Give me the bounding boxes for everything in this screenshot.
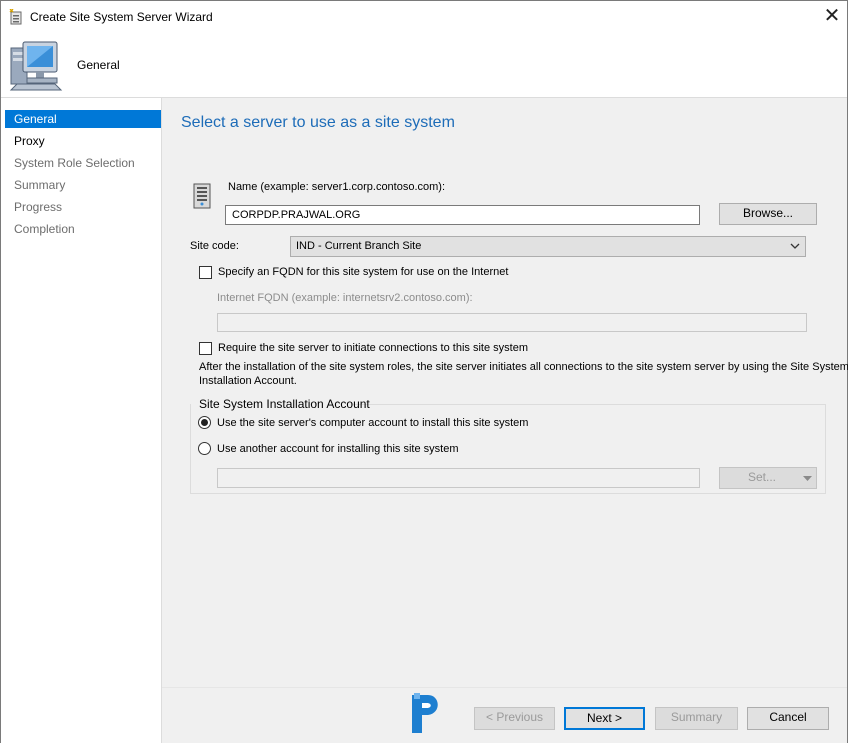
- server-icon: [193, 183, 211, 209]
- site-code-label: Site code:: [190, 240, 239, 252]
- title-bar: Create Site System Server Wizard ✕: [1, 1, 847, 32]
- fqdn-checkbox-label: Specify an FQDN for this site system for…: [218, 266, 509, 278]
- computer-account-radio[interactable]: [198, 416, 211, 429]
- sidebar-item-general[interactable]: General: [5, 110, 161, 128]
- info-text-line1: After the installation of the site syste…: [199, 361, 848, 373]
- group-divider: [353, 404, 826, 405]
- site-code-select[interactable]: IND - Current Branch Site: [290, 236, 806, 257]
- set-account-label: Set...: [748, 470, 777, 484]
- dropdown-arrow-icon: [803, 476, 812, 481]
- name-label: Name (example: server1.corp.contoso.com)…: [228, 181, 446, 193]
- wizard-app-icon: [9, 9, 22, 25]
- another-account-radio-label: Use another account for installing this …: [217, 443, 459, 455]
- close-icon[interactable]: ✕: [818, 3, 846, 29]
- require-connection-checkbox[interactable]: [199, 342, 212, 355]
- sidebar-item-proxy[interactable]: Proxy: [5, 132, 161, 150]
- computer-icon: [9, 41, 63, 91]
- sidebar-item-summary[interactable]: Summary: [5, 176, 161, 194]
- account-input[interactable]: [217, 468, 700, 488]
- summary-button[interactable]: Summary: [655, 707, 738, 730]
- set-account-button[interactable]: Set...: [719, 467, 817, 489]
- fqdn-checkbox[interactable]: [199, 266, 212, 279]
- next-button[interactable]: Next >: [564, 707, 645, 730]
- sidebar-item-progress[interactable]: Progress: [5, 198, 161, 216]
- internet-fqdn-label: Internet FQDN (example: internetsrv2.con…: [217, 292, 473, 304]
- another-account-radio[interactable]: [198, 442, 211, 455]
- cancel-button[interactable]: Cancel: [747, 707, 829, 730]
- sidebar-item-system-role-selection[interactable]: System Role Selection: [5, 154, 161, 172]
- require-connection-label: Require the site server to initiate conn…: [218, 342, 528, 354]
- sidebar-item-completion[interactable]: Completion: [5, 220, 161, 238]
- window-title: Create Site System Server Wizard: [30, 10, 213, 24]
- internet-fqdn-input[interactable]: [217, 313, 807, 332]
- prajwal-logo-icon: [412, 693, 438, 733]
- wizard-header: General: [1, 32, 847, 98]
- site-code-value: IND - Current Branch Site: [296, 240, 422, 252]
- info-text-line2: Installation Account.: [199, 375, 297, 387]
- browse-button[interactable]: Browse...: [719, 203, 817, 225]
- page-title: Select a server to use as a site system: [181, 114, 455, 131]
- server-name-input[interactable]: CORPDP.PRAJWAL.ORG: [225, 205, 700, 225]
- wizard-window: Create Site System Server Wizard ✕ Gener…: [0, 0, 848, 743]
- header-title: General: [77, 58, 120, 72]
- installation-account-group-title: Site System Installation Account: [199, 397, 370, 411]
- computer-account-radio-label: Use the site server's computer account t…: [217, 417, 529, 429]
- chevron-down-icon: [790, 243, 800, 249]
- previous-button[interactable]: < Previous: [474, 707, 555, 730]
- wizard-sidebar: General Proxy System Role Selection Summ…: [1, 98, 162, 743]
